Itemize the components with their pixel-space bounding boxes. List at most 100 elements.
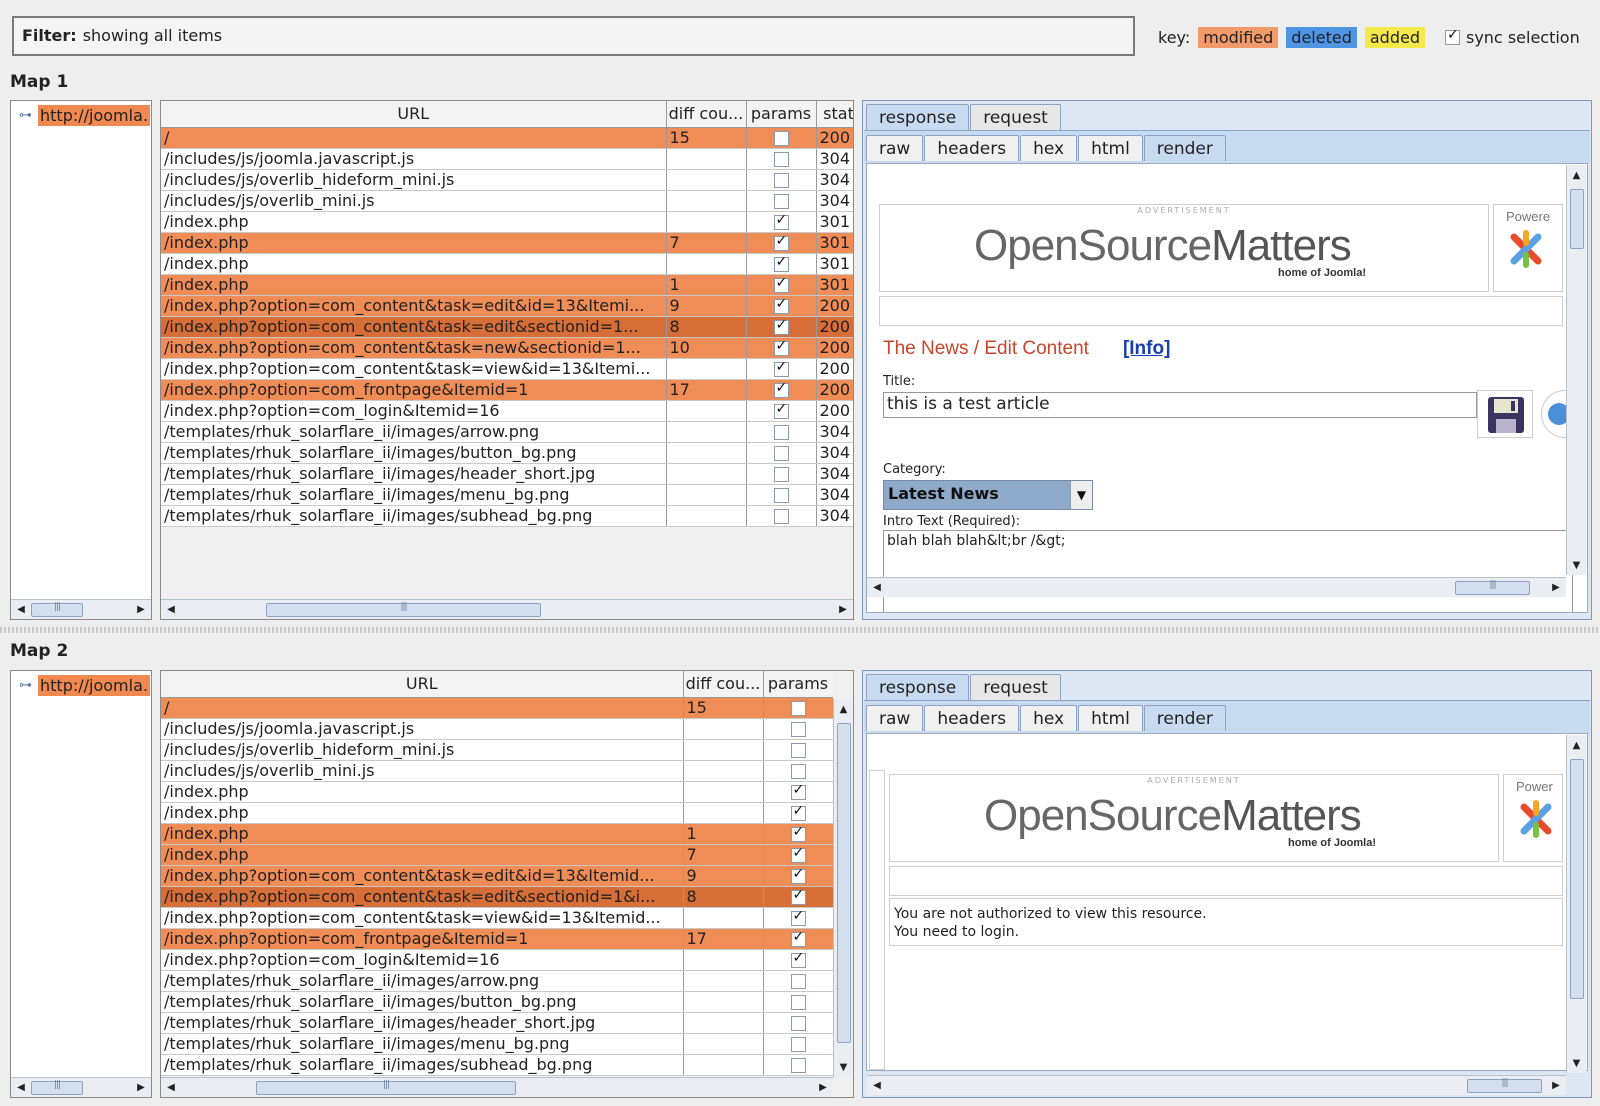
params-checkbox[interactable] [773, 338, 789, 356]
scroll-thumb[interactable] [836, 723, 851, 1043]
scroll-left-icon[interactable]: ◀ [161, 1078, 181, 1098]
map2-tree-node[interactable]: ⊶ http://joomla. [19, 675, 150, 696]
params-checkbox[interactable] [790, 824, 806, 842]
chevron-down-icon[interactable]: ▼ [1070, 481, 1092, 509]
map2-render-hscroll[interactable]: ◀ ▶ [867, 1075, 1566, 1095]
table-row[interactable]: /index.php?option=com_content&task=view&… [161, 358, 853, 380]
map2-render-vscroll[interactable]: ▲ ▼ [1566, 735, 1586, 1073]
table-row[interactable]: /includes/js/joomla.javascript.js [161, 718, 833, 740]
subtab-html[interactable]: html [1078, 705, 1143, 731]
table-row[interactable]: /index.php1 301 [161, 274, 853, 296]
map1-tree-node[interactable]: ⊶ http://joomla. [19, 105, 150, 126]
params-checkbox[interactable] [773, 380, 789, 398]
table-row[interactable]: /15 [161, 697, 833, 719]
table-row[interactable]: /templates/rhuk_solarflare_ii/images/men… [161, 484, 853, 506]
params-checkbox[interactable] [773, 152, 789, 167]
params-checkbox[interactable] [773, 317, 789, 335]
params-checkbox[interactable] [790, 950, 806, 968]
scroll-left-icon[interactable]: ◀ [11, 600, 31, 620]
table-row[interactable]: /includes/js/overlib_hideform_mini.js [161, 739, 833, 761]
map2-table-hscroll[interactable]: ◀ ▶ [161, 1077, 833, 1097]
save-button[interactable] [1477, 390, 1533, 438]
col-params[interactable]: params [763, 671, 833, 698]
scroll-thumb[interactable] [1569, 759, 1584, 999]
table-row[interactable]: /index.php [161, 802, 833, 824]
scroll-left-icon[interactable]: ◀ [11, 1078, 31, 1098]
table-row[interactable]: /index.php?option=com_login&Itemid=16 [161, 949, 833, 971]
table-row[interactable]: /index.php?option=com_content&task=edit&… [161, 295, 853, 317]
tab-request[interactable]: request [970, 674, 1061, 700]
params-checkbox[interactable] [773, 467, 789, 482]
params-checkbox[interactable] [773, 401, 789, 419]
table-row[interactable]: /index.php [161, 781, 833, 803]
scroll-right-icon[interactable]: ▶ [1546, 1076, 1566, 1096]
table-row[interactable]: /index.php 301 [161, 211, 853, 233]
params-checkbox[interactable] [773, 509, 789, 524]
sync-selection-checkbox[interactable]: sync selection [1439, 27, 1580, 47]
col-diff-count[interactable]: diff cou... [666, 101, 747, 128]
col-url[interactable]: URL [161, 101, 667, 128]
tab-request[interactable]: request [970, 104, 1061, 130]
params-checkbox[interactable] [790, 701, 806, 716]
scroll-thumb[interactable] [1467, 1078, 1542, 1093]
scroll-right-icon[interactable]: ▶ [131, 1078, 151, 1098]
params-checkbox[interactable] [773, 194, 789, 209]
params-checkbox[interactable] [790, 995, 806, 1010]
map1-table-hscroll[interactable]: ◀ ▶ [161, 599, 853, 619]
map2-table-vscroll[interactable]: ▲ ▼ [833, 699, 853, 1077]
params-checkbox[interactable] [773, 446, 789, 461]
params-checkbox[interactable] [790, 866, 806, 884]
table-row[interactable]: /templates/rhuk_solarflare_ii/images/arr… [161, 970, 833, 992]
col-url[interactable]: URL [161, 671, 684, 698]
params-checkbox[interactable] [790, 908, 806, 926]
params-checkbox[interactable] [790, 722, 806, 737]
table-row[interactable]: /templates/rhuk_solarflare_ii/images/men… [161, 1033, 833, 1055]
subtab-raw[interactable]: raw [866, 705, 924, 731]
col-params[interactable]: params [746, 101, 817, 128]
params-checkbox[interactable] [790, 782, 806, 800]
info-link[interactable]: [Info] [1123, 338, 1170, 359]
params-checkbox[interactable] [773, 212, 789, 230]
sync-check-icon[interactable] [1444, 27, 1460, 45]
scroll-up-icon[interactable]: ▲ [1567, 735, 1587, 755]
filter-field[interactable]: Filter: showing all items [12, 16, 1135, 56]
table-row[interactable]: /index.php?option=com_content&task=view&… [161, 907, 833, 929]
scroll-thumb[interactable] [1455, 580, 1530, 595]
table-row[interactable]: /index.php?option=com_content&task=edit&… [161, 316, 853, 338]
split-divider[interactable] [0, 627, 1600, 633]
subtab-raw[interactable]: raw [866, 135, 924, 161]
table-row[interactable]: /index.php 301 [161, 253, 853, 275]
table-row[interactable]: /index.php 1 [161, 823, 833, 845]
table-row[interactable]: /templates/rhuk_solarflare_ii/images/sub… [161, 1054, 833, 1076]
table-row[interactable]: /index.php?option=com_content&task=edit&… [161, 865, 833, 887]
scroll-down-icon[interactable]: ▼ [1567, 555, 1587, 575]
table-row[interactable]: /includes/js/overlib_mini.js [161, 760, 833, 782]
params-checkbox[interactable] [773, 131, 789, 146]
subtab-html[interactable]: html [1078, 135, 1143, 161]
params-checkbox[interactable] [790, 845, 806, 863]
subtab-hex[interactable]: hex [1020, 135, 1078, 161]
scroll-down-icon[interactable]: ▼ [1567, 1053, 1587, 1073]
table-row[interactable]: /15 200 [161, 127, 853, 149]
scroll-up-icon[interactable]: ▲ [1567, 165, 1587, 185]
params-checkbox[interactable] [773, 488, 789, 503]
map1-tree-hscroll[interactable]: ◀ ▶ [11, 599, 151, 619]
scroll-left-icon[interactable]: ◀ [867, 578, 887, 598]
table-row[interactable]: /templates/rhuk_solarflare_ii/images/but… [161, 991, 833, 1013]
scroll-thumb[interactable] [266, 602, 541, 617]
subtab-render[interactable]: render [1143, 135, 1226, 161]
scroll-right-icon[interactable]: ▶ [1546, 578, 1566, 598]
scroll-thumb[interactable] [31, 1080, 83, 1095]
params-checkbox[interactable] [790, 974, 806, 989]
scroll-thumb[interactable] [256, 1080, 516, 1095]
table-row[interactable]: /index.php?option=com_content&task=edit&… [161, 886, 833, 908]
table-row[interactable]: /templates/rhuk_solarflare_ii/images/arr… [161, 421, 853, 443]
table-row[interactable]: /index.php?option=com_frontpage&Itemid=1… [161, 379, 853, 401]
table-row[interactable]: /templates/rhuk_solarflare_ii/images/hea… [161, 463, 853, 485]
params-checkbox[interactable] [773, 359, 789, 377]
params-checkbox[interactable] [790, 1058, 806, 1073]
map1-render-vscroll[interactable]: ▲ ▼ [1566, 165, 1586, 575]
params-checkbox[interactable] [790, 929, 806, 947]
scroll-thumb[interactable] [31, 602, 83, 617]
params-checkbox[interactable] [773, 233, 789, 251]
